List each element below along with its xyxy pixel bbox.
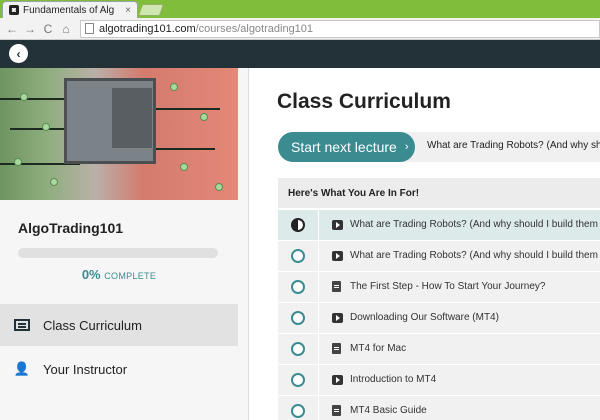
url-host: algotrading101.com (99, 22, 196, 35)
lecture-title[interactable]: MT4 for Mac (350, 343, 406, 354)
tab-close-icon[interactable]: × (125, 5, 131, 16)
circle-icon[interactable] (291, 342, 305, 356)
lecture-row[interactable]: What are Trading Robots? (And why should… (278, 209, 600, 241)
lecture-title[interactable]: The First Step - How To Start Your Journ… (350, 281, 545, 292)
document-icon (332, 405, 341, 416)
progress-bar (18, 248, 218, 258)
lecture-title[interactable]: What are Trading Robots? (And why should… (350, 250, 598, 261)
circle-icon[interactable] (291, 311, 305, 325)
course-image (0, 68, 238, 200)
app-topbar: ‹ (0, 40, 600, 68)
progress-label: 0% COMPLETE (0, 267, 238, 282)
lecture-row[interactable]: The First Step - How To Start Your Journ… (278, 271, 600, 303)
progress-word: COMPLETE (104, 271, 157, 281)
lecture-title[interactable]: What are Trading Robots? (And why should… (350, 219, 598, 230)
circle-icon[interactable] (291, 404, 305, 418)
nav-your-instructor[interactable]: 👤 Your Instructor (0, 348, 238, 390)
new-tab-button[interactable] (137, 4, 165, 16)
browser-tab[interactable]: ◙ Fundamentals of Alg × (2, 1, 138, 18)
document-icon (332, 281, 341, 292)
reload-icon[interactable]: C (40, 21, 56, 37)
lecture-title[interactable]: Introduction to MT4 (350, 374, 436, 385)
lecture-title[interactable]: Downloading Our Software (MT4) (350, 312, 499, 323)
page-icon (85, 23, 94, 34)
user-icon: 👤 (13, 361, 31, 376)
favicon-icon: ◙ (9, 5, 19, 15)
address-bar[interactable]: algotrading101.com/courses/algotrading10… (80, 19, 600, 38)
circle-icon[interactable] (291, 249, 305, 263)
video-icon (332, 251, 343, 261)
document-icon (332, 343, 341, 354)
chevron-right-icon: › (404, 141, 409, 153)
circle-icon[interactable] (291, 280, 305, 294)
browser-toolbar: ← → C ⌂ algotrading101.com/courses/algot… (0, 18, 600, 40)
forward-arrow-icon[interactable]: → (22, 21, 38, 37)
lecture-row[interactable]: MT4 Basic Guide (278, 395, 600, 420)
home-icon[interactable]: ⌂ (58, 21, 74, 37)
list-icon (14, 318, 30, 332)
course-title: AlgoTrading101 (18, 220, 124, 236)
circle-icon[interactable] (291, 373, 305, 387)
course-sidebar: AlgoTrading101 0% COMPLETE Class Curricu… (0, 68, 249, 420)
start-button-label: Start next lecture (291, 139, 397, 155)
lecture-title[interactable]: MT4 Basic Guide (350, 405, 427, 416)
nav-label: Your Instructor (43, 361, 128, 377)
page-title: Class Curriculum (277, 90, 451, 113)
tab-title: Fundamentals of Alg (23, 4, 115, 16)
half-circle-icon[interactable] (291, 218, 305, 232)
video-icon (332, 220, 343, 230)
back-arrow-icon[interactable]: ← (4, 21, 20, 37)
nav-label: Class Curriculum (43, 317, 142, 333)
chevron-left-icon: ‹ (16, 46, 21, 61)
url-path: /courses/algotrading101 (195, 22, 314, 35)
video-icon (332, 375, 343, 385)
lecture-row[interactable]: What are Trading Robots? (And why should… (278, 240, 600, 272)
next-lecture-bar: Start next lecture › What are Trading Ro… (278, 132, 600, 162)
start-next-lecture-button[interactable]: Start next lecture › (278, 132, 415, 162)
progress-percent: 0% (81, 267, 101, 282)
nav-class-curriculum[interactable]: Class Curriculum (0, 304, 238, 346)
back-button[interactable]: ‹ (9, 44, 28, 63)
lecture-row[interactable]: Downloading Our Software (MT4) (278, 302, 600, 334)
lecture-row[interactable]: MT4 for Mac (278, 333, 600, 365)
section-header: Here's What You Are In For! (278, 178, 600, 208)
lecture-row[interactable]: Introduction to MT4 (278, 364, 600, 396)
next-lecture-title[interactable]: What are Trading Robots? (And why sho (427, 140, 600, 151)
video-icon (332, 313, 343, 323)
curriculum-main: Class Curriculum Start next lecture › Wh… (249, 68, 600, 420)
browser-tabstrip: ◙ Fundamentals of Alg × (0, 0, 600, 18)
